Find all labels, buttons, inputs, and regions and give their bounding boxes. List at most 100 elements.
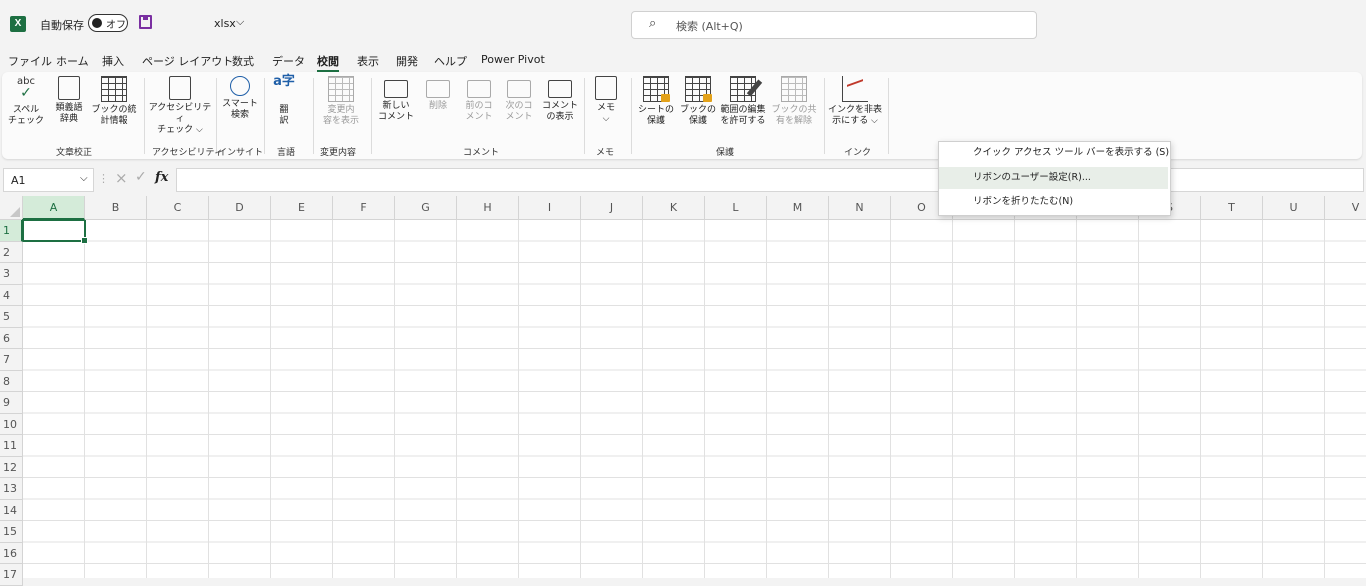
spell-check-button[interactable]: abc ✓ スペル チェック <box>8 76 44 127</box>
translate-button[interactable]: a字 翻 訳 <box>268 75 300 127</box>
column-header-k[interactable]: K <box>643 196 705 220</box>
hide-ink-icon <box>842 76 868 102</box>
row-header-4[interactable]: 4 <box>0 284 23 306</box>
protect-workbook-label-1: ブックの <box>679 105 716 115</box>
search-placeholder: 検索 (Alt+Q) <box>676 20 743 33</box>
enter-icon[interactable]: ✓ <box>135 169 147 185</box>
show-changes-button[interactable]: 変更内 容を表示 <box>320 76 362 127</box>
row-header-9[interactable]: 9 <box>0 392 23 414</box>
notes-label-2: ⌵ <box>602 114 610 124</box>
workbook-statistics-icon <box>101 76 127 102</box>
formula-input[interactable] <box>176 168 1364 192</box>
group-label-notes: メモ <box>596 148 615 158</box>
notes-icon <box>595 76 617 100</box>
thesaurus-button[interactable]: 類義語 辞典 <box>50 76 88 125</box>
row-header-12[interactable]: 12 <box>0 456 23 478</box>
column-header-c[interactable]: C <box>147 196 209 220</box>
protect-sheet-button[interactable]: シートの 保護 <box>635 76 677 127</box>
tab-page-layout[interactable]: ページ レイアウト <box>142 53 233 69</box>
column-header-n[interactable]: N <box>829 196 891 220</box>
row-header-1[interactable]: 1 <box>0 220 23 242</box>
row-header-13[interactable]: 13 <box>0 478 23 500</box>
name-box[interactable]: A1 ⌵ <box>3 168 94 192</box>
column-header-v[interactable]: V <box>1325 196 1366 220</box>
accessibility-check-button[interactable]: アクセシビリティ チェック ⌵ <box>148 76 212 136</box>
row-header-16[interactable]: 16 <box>0 542 23 564</box>
tab-data[interactable]: データ <box>272 53 305 69</box>
save-icon[interactable] <box>139 15 152 29</box>
protect-sheet-label-1: シートの <box>637 105 674 115</box>
previous-comment-icon <box>467 80 491 98</box>
tab-home[interactable]: ホーム <box>56 53 89 69</box>
row-header-10[interactable]: 10 <box>0 413 23 435</box>
column-header-m[interactable]: M <box>767 196 829 220</box>
unshare-workbook-label-1: ブックの共 <box>771 105 817 115</box>
previous-comment-label-2: メント <box>465 112 493 122</box>
active-cell-a1[interactable] <box>22 219 88 244</box>
show-changes-label-2: 容を表示 <box>322 116 359 126</box>
select-all-button[interactable] <box>0 196 23 220</box>
menu-item-customize-ribbon[interactable]: リボンのユーザー設定(R)... <box>939 167 1168 189</box>
notes-button[interactable]: メモ ⌵ <box>588 76 624 125</box>
tab-help[interactable]: ヘルプ <box>434 53 467 69</box>
next-comment-button[interactable]: 次のコ メント <box>500 76 538 123</box>
column-header-b[interactable]: B <box>85 196 147 220</box>
group-label-proofing: 文章校正 <box>56 148 93 158</box>
row-header-2[interactable]: 2 <box>0 241 23 263</box>
unshare-workbook-button[interactable]: ブックの共 有を解除 <box>770 76 818 127</box>
row-header-15[interactable]: 15 <box>0 521 23 543</box>
column-header-i[interactable]: I <box>519 196 581 220</box>
previous-comment-button[interactable]: 前のコ メント <box>460 76 498 123</box>
row-header-5[interactable]: 5 <box>0 306 23 328</box>
column-header-g[interactable]: G <box>395 196 457 220</box>
row-header-14[interactable]: 14 <box>0 499 23 521</box>
column-header-u[interactable]: U <box>1263 196 1325 220</box>
row-header-17[interactable]: 17 <box>0 564 23 586</box>
search-box[interactable]: ⌕ 検索 (Alt+Q) <box>631 11 1037 39</box>
smart-lookup-button[interactable]: スマート 検索 <box>220 76 260 121</box>
protect-workbook-icon <box>685 76 712 102</box>
column-header-d[interactable]: D <box>209 196 271 220</box>
row-header-3[interactable]: 3 <box>0 263 23 285</box>
chevron-down-icon[interactable]: ⌵ <box>236 15 244 29</box>
show-comments-icon <box>548 80 572 98</box>
tab-power-pivot[interactable]: Power Pivot <box>481 53 545 66</box>
menu-item-show-quick-access-toolbar[interactable]: クイック アクセス ツール バーを表示する (S) <box>939 142 1169 164</box>
column-header-j[interactable]: J <box>581 196 643 220</box>
column-header-e[interactable]: E <box>271 196 333 220</box>
tab-view[interactable]: 表示 <box>357 53 379 69</box>
delete-comment-label: 削除 <box>428 101 447 111</box>
column-header-l[interactable]: L <box>705 196 767 220</box>
tab-developer[interactable]: 開発 <box>396 53 418 69</box>
cancel-icon[interactable]: × <box>115 169 128 187</box>
tab-formulas[interactable]: 数式 <box>232 53 254 69</box>
hide-ink-button[interactable]: インクを非表 示にする ⌵ <box>828 76 882 127</box>
worksheet-grid: ABCDEFGHIJKLMNOPQRSTUV123456789101112131… <box>0 196 1366 586</box>
column-header-a[interactable]: A <box>23 196 85 220</box>
row-header-6[interactable]: 6 <box>0 327 23 349</box>
thesaurus-label-2: 辞典 <box>59 114 78 124</box>
autosave-toggle[interactable]: オフ <box>88 14 128 32</box>
column-header-h[interactable]: H <box>457 196 519 220</box>
column-header-f[interactable]: F <box>333 196 395 220</box>
more-options-icon[interactable]: ⋮ <box>98 172 109 185</box>
workbook-statistics-button[interactable]: ブックの統 計情報 <box>90 76 138 127</box>
show-comments-button[interactable]: コメント の表示 <box>540 76 580 123</box>
insert-function-icon[interactable]: fx <box>155 170 168 185</box>
tab-review[interactable]: 校閲 <box>317 53 339 72</box>
cell-area[interactable] <box>23 220 1366 578</box>
tab-insert[interactable]: 挿入 <box>102 53 124 69</box>
column-header-t[interactable]: T <box>1201 196 1263 220</box>
protect-workbook-button[interactable]: ブックの 保護 <box>679 76 717 127</box>
file-name[interactable]: xlsx <box>214 17 236 30</box>
new-comment-button[interactable]: 新しい コメント <box>376 76 416 123</box>
tab-file[interactable]: ファイル <box>8 53 52 69</box>
row-header-8[interactable]: 8 <box>0 370 23 392</box>
row-header-11[interactable]: 11 <box>0 435 23 457</box>
menu-item-collapse-ribbon[interactable]: リボンを折りたたむ(N) <box>939 191 1168 213</box>
row-header-7[interactable]: 7 <box>0 349 23 371</box>
allow-edit-ranges-button[interactable]: 範囲の編集 を許可する <box>715 76 771 127</box>
chevron-down-icon[interactable]: ⌵ <box>80 173 88 184</box>
delete-comment-button[interactable]: 削除 <box>420 76 456 112</box>
group-separator <box>313 78 314 154</box>
